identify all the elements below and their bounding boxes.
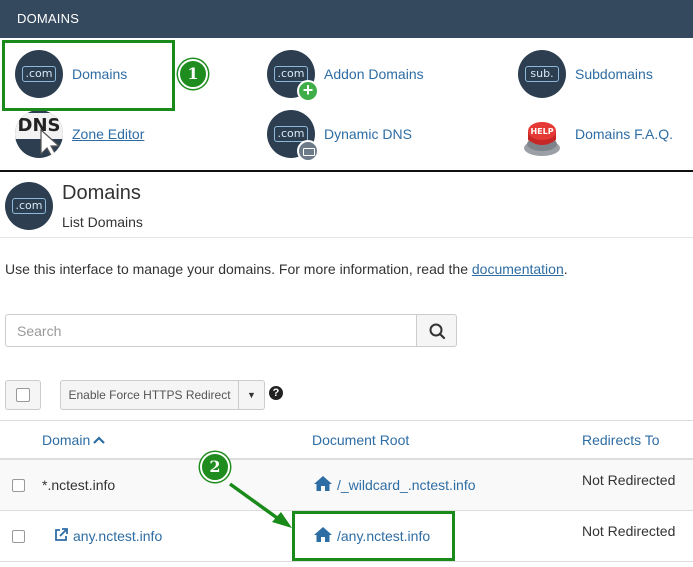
caret-down-icon[interactable]: ▼ xyxy=(238,380,265,410)
external-link-icon xyxy=(55,528,68,541)
tool-addon-domains[interactable]: .com + Addon Domains xyxy=(267,48,424,102)
dot-com-plus-icon: .com + xyxy=(267,50,319,102)
tool-dynamic-dns-label: Dynamic DNS xyxy=(324,126,412,142)
tool-subdomains[interactable]: sub. Subdomains xyxy=(518,48,653,100)
sub-icon: sub. xyxy=(518,50,566,98)
row-redirect: Not Redirected xyxy=(582,523,676,539)
table-header: Domain Document Root Redirects To xyxy=(0,420,693,460)
step-badge-2: 2 xyxy=(200,452,230,482)
force-https-button[interactable]: Enable Force HTTPS Redirect xyxy=(60,380,239,410)
highlight-box-docroot xyxy=(292,511,455,561)
page-header: .com Domains List Domains xyxy=(0,174,693,238)
dot-com-network-icon: .com xyxy=(267,110,319,162)
page-description: Use this interface to manage your domain… xyxy=(5,261,568,277)
tool-subdomains-label: Subdomains xyxy=(575,66,653,82)
section-header-bar: DOMAINS xyxy=(0,0,693,38)
page-subtitle: List Domains xyxy=(62,214,143,230)
row-docroot-link[interactable]: /_wildcard_.nctest.info xyxy=(313,475,476,493)
highlight-box-domains xyxy=(2,40,175,111)
row-domain: *.nctest.info xyxy=(42,477,116,493)
documentation-link[interactable]: documentation xyxy=(472,261,564,277)
select-all-checkbox[interactable] xyxy=(5,380,41,410)
tool-addon-domains-label: Addon Domains xyxy=(324,66,424,82)
help-icon[interactable]: ? xyxy=(269,386,283,400)
row-redirect: Not Redirected xyxy=(582,472,676,488)
tool-domains-faq-label: Domains F.A.Q. xyxy=(575,126,674,142)
svg-text:HELP: HELP xyxy=(530,127,553,136)
cursor-icon xyxy=(40,128,61,158)
dns-icon: DNS xyxy=(15,110,63,158)
search-input[interactable]: Search xyxy=(5,314,417,347)
table-row: *.nctest.info /_wildcard_.nctest.info No… xyxy=(0,460,693,511)
dot-com-icon: .com xyxy=(5,182,53,230)
row-checkbox[interactable] xyxy=(12,479,25,492)
section-title: DOMAINS xyxy=(17,11,80,26)
search-button[interactable] xyxy=(416,314,457,347)
home-icon xyxy=(314,476,332,491)
tool-zone-editor-label: Zone Editor xyxy=(72,126,145,142)
tool-zone-editor[interactable]: DNS Zone Editor xyxy=(15,108,144,160)
step-badge-1: 1 xyxy=(178,59,208,89)
column-redirects-to[interactable]: Redirects To xyxy=(582,432,660,448)
sort-up-icon xyxy=(93,436,106,444)
column-domain[interactable]: Domain xyxy=(42,432,106,448)
row-domain-link[interactable]: any.nctest.info xyxy=(54,528,162,544)
help-button-icon: HELP xyxy=(518,110,566,158)
tool-domains-faq[interactable]: HELP Domains F.A.Q. xyxy=(518,108,673,160)
tool-dynamic-dns[interactable]: .com Dynamic DNS xyxy=(267,108,412,162)
column-document-root[interactable]: Document Root xyxy=(312,432,409,448)
row-checkbox[interactable] xyxy=(12,530,25,543)
page-title: Domains xyxy=(62,182,141,204)
search-icon xyxy=(429,323,446,340)
